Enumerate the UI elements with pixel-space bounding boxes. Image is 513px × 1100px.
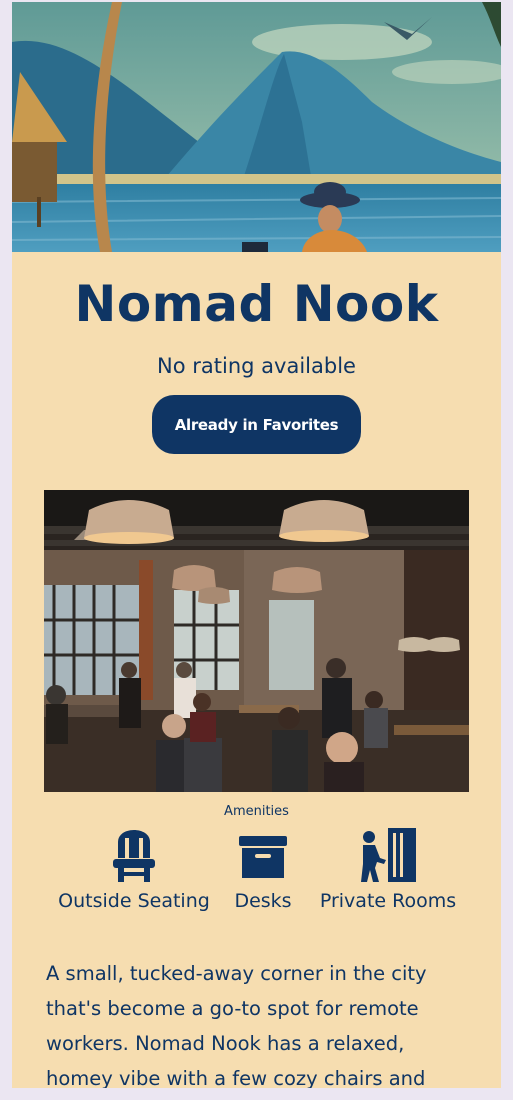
cafe-interior-photo bbox=[44, 490, 469, 792]
amenity-outside-seating: Outside Seating bbox=[54, 828, 214, 914]
favorites-button[interactable]: Already in Favorites bbox=[152, 395, 361, 454]
hero-banner-image bbox=[12, 2, 501, 252]
cafe-title: Nomad Nook bbox=[74, 275, 439, 333]
amenity-label: Private Rooms bbox=[319, 890, 457, 912]
cafe-detail-card: Nomad Nook No rating available Already i… bbox=[12, 2, 501, 1088]
amenities-heading: Amenities bbox=[224, 804, 289, 819]
amenity-desks: Desks bbox=[222, 828, 304, 914]
rating-text: No rating available bbox=[157, 354, 356, 378]
amenity-label: Desks bbox=[234, 890, 292, 912]
archive-box-icon bbox=[239, 836, 287, 878]
amenity-private-rooms: Private Rooms bbox=[313, 828, 463, 914]
amenity-label: Outside Seating bbox=[58, 890, 210, 912]
chair-icon bbox=[113, 830, 155, 882]
person-door-icon bbox=[361, 828, 416, 882]
cafe-description: A small, tucked-away corner in the city … bbox=[46, 962, 427, 1088]
